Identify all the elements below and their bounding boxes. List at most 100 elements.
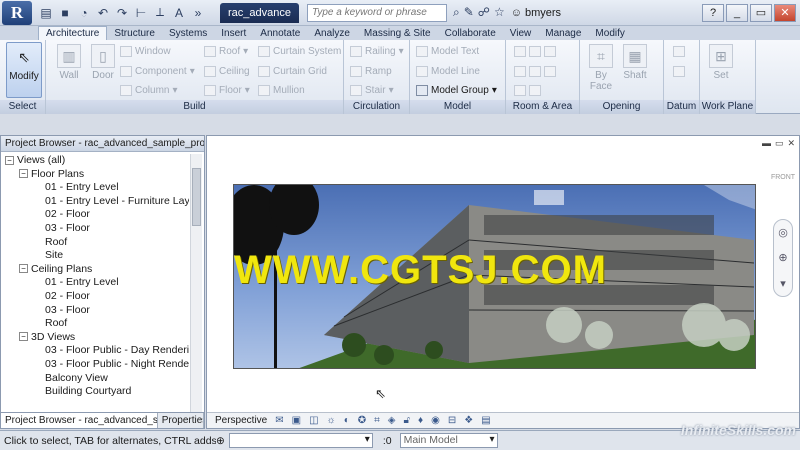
- tree-node[interactable]: 01 - Entry Level - Furniture Layout: [1, 195, 189, 209]
- scale-icon[interactable]: ✉: [275, 415, 283, 426]
- tag-icon[interactable]: A: [171, 5, 187, 21]
- column-button[interactable]: Column ▾: [120, 83, 178, 97]
- tree-toggle-icon[interactable]: −: [19, 264, 28, 274]
- drawing-view[interactable]: ▬ ▭ ✕ WWW.CGTSJ.COM FRONT ◎ ⊕ ▾ Perspect…: [206, 135, 800, 429]
- design-option-dropdown[interactable]: Main Model: [399, 433, 498, 448]
- worksets-icon[interactable]: ⊕: [216, 435, 225, 447]
- tab-structure[interactable]: Structure: [107, 26, 162, 40]
- restore-button[interactable]: ▭: [750, 3, 772, 22]
- door-button[interactable]: ▯ Door: [86, 42, 120, 98]
- unlock-3d-view-icon[interactable]: 🔓︎: [404, 415, 410, 426]
- model-text-button[interactable]: Model Text: [416, 44, 479, 58]
- room-area-panel-label[interactable]: Room & Area: [506, 100, 579, 114]
- zoom-icon[interactable]: ⊕: [778, 251, 787, 264]
- crop-view-icon[interactable]: ⌗: [374, 415, 380, 426]
- tree-node[interactable]: − Ceiling Plans: [1, 263, 189, 277]
- user-account[interactable]: ☺ bmyers: [511, 7, 561, 19]
- tab-architecture[interactable]: Architecture: [38, 26, 108, 40]
- redo-icon[interactable]: ↷: [114, 5, 130, 21]
- ramp-button[interactable]: Ramp: [350, 64, 392, 78]
- application-menu-button[interactable]: R: [2, 0, 32, 25]
- tree-node[interactable]: 03 - Floor: [1, 222, 189, 236]
- model-line-button[interactable]: Model Line: [416, 64, 480, 78]
- color-scheme-button[interactable]: [514, 83, 541, 97]
- favorites-star-icon[interactable]: ☆: [494, 5, 505, 20]
- tree-node[interactable]: 03 - Floor: [1, 304, 189, 318]
- tab-modify[interactable]: Modify: [588, 26, 631, 40]
- tree-node[interactable]: Balcony View: [1, 372, 189, 386]
- tree-node[interactable]: Roof: [1, 317, 189, 331]
- show-crop-region-icon[interactable]: ◈: [388, 415, 396, 426]
- open-icon[interactable]: ▤: [38, 5, 54, 21]
- nav-dropdown-icon[interactable]: ▾: [780, 277, 786, 290]
- tree-node[interactable]: Site: [1, 249, 189, 263]
- detail-level-icon[interactable]: ▣: [292, 415, 301, 426]
- set-button[interactable]: ⊞ Set: [704, 42, 738, 98]
- save-icon[interactable]: ■: [57, 5, 73, 21]
- wall-button[interactable]: ▥ Wall: [52, 42, 86, 98]
- scrollbar-thumb[interactable]: [192, 168, 201, 226]
- undo-icon[interactable]: ↶: [95, 5, 111, 21]
- tab-properties[interactable]: Properties: [158, 413, 204, 428]
- tab-project-browser[interactable]: Project Browser - rac_advanced_samp...: [1, 413, 158, 428]
- modify-button[interactable]: ⇖ Modify: [6, 42, 42, 98]
- tab-systems[interactable]: Systems: [162, 26, 214, 40]
- measure-icon[interactable]: ⊢: [133, 5, 149, 21]
- tab-massing-site[interactable]: Massing & Site: [357, 26, 438, 40]
- tab-collaborate[interactable]: Collaborate: [438, 26, 503, 40]
- by-face-button[interactable]: ⌗ By Face: [584, 42, 618, 98]
- visual-style-icon[interactable]: ◫: [309, 415, 318, 426]
- help-button[interactable]: ?: [702, 3, 724, 22]
- tree-toggle-icon[interactable]: −: [5, 155, 14, 165]
- tab-annotate[interactable]: Annotate: [253, 26, 307, 40]
- curtain-grid-button[interactable]: Curtain Grid: [258, 64, 327, 78]
- aligned-dimension-icon[interactable]: ⟂: [152, 5, 168, 21]
- tree-node[interactable]: 01 - Entry Level: [1, 181, 189, 195]
- analytical-model-icon[interactable]: ⊟: [448, 415, 456, 426]
- steering-wheel-icon[interactable]: ◎: [778, 226, 788, 239]
- tree-node[interactable]: 01 - Entry Level: [1, 276, 189, 290]
- ceiling-button[interactable]: Ceiling: [204, 64, 250, 78]
- view-minimize-icon[interactable]: ▬: [762, 138, 771, 149]
- tab-analyze[interactable]: Analyze: [307, 26, 357, 40]
- view-restore-icon[interactable]: ▭: [775, 138, 784, 149]
- tree-toggle-icon[interactable]: −: [19, 169, 28, 179]
- tree-node[interactable]: Roof: [1, 236, 189, 250]
- tab-insert[interactable]: Insert: [214, 26, 253, 40]
- tree-node[interactable]: 03 - Floor Public - Day Rendering: [1, 344, 189, 358]
- grid-button[interactable]: [673, 64, 685, 78]
- shaft-button[interactable]: ▦ Shaft: [618, 42, 652, 98]
- curtain-system-button[interactable]: Curtain System: [258, 44, 341, 58]
- tree-node[interactable]: 02 - Floor: [1, 208, 189, 222]
- roof-button[interactable]: Roof ▾: [204, 44, 248, 58]
- railing-button[interactable]: Railing ▾: [350, 44, 404, 58]
- view-properties-icon[interactable]: ▤: [481, 415, 490, 426]
- tab-manage[interactable]: Manage: [538, 26, 588, 40]
- highlight-displacement-icon[interactable]: ❖: [464, 415, 473, 426]
- close-button[interactable]: ✕: [774, 3, 796, 22]
- temporary-hide-icon[interactable]: ♦: [418, 415, 423, 426]
- component-button[interactable]: Component ▾: [120, 64, 195, 78]
- tree-node[interactable]: 03 - Floor Public - Night Rendering: [1, 358, 189, 372]
- search-input[interactable]: Type a keyword or phrase: [307, 3, 447, 22]
- reveal-hidden-icon[interactable]: ◉: [431, 415, 440, 426]
- tree-node[interactable]: − Views (all): [1, 154, 189, 168]
- rendered-building-perspective[interactable]: WWW.CGTSJ.COM: [233, 184, 756, 369]
- tree-toggle-icon[interactable]: −: [19, 332, 28, 342]
- subscription-icon[interactable]: ✎: [464, 5, 474, 20]
- document-title-tab[interactable]: rac_advance: [220, 2, 299, 23]
- more-tools-icon[interactable]: »: [190, 5, 206, 21]
- model-group-button[interactable]: Model Group ▾: [416, 83, 497, 97]
- tree-node[interactable]: − Floor Plans: [1, 168, 189, 182]
- binoculars-icon[interactable]: ⌕: [453, 5, 460, 20]
- area-button[interactable]: [514, 64, 556, 78]
- window-button[interactable]: Window: [120, 44, 171, 58]
- level-button[interactable]: [673, 44, 685, 58]
- stair-button[interactable]: Stair ▾: [350, 83, 394, 97]
- sync-icon[interactable]: ◔: [76, 5, 92, 21]
- tab-view[interactable]: View: [503, 26, 539, 40]
- tree-node[interactable]: 02 - Floor: [1, 290, 189, 304]
- minimize-button[interactable]: _: [726, 3, 748, 22]
- project-browser-scrollbar[interactable]: [190, 154, 202, 412]
- render-dialog-icon[interactable]: ✪: [358, 415, 366, 426]
